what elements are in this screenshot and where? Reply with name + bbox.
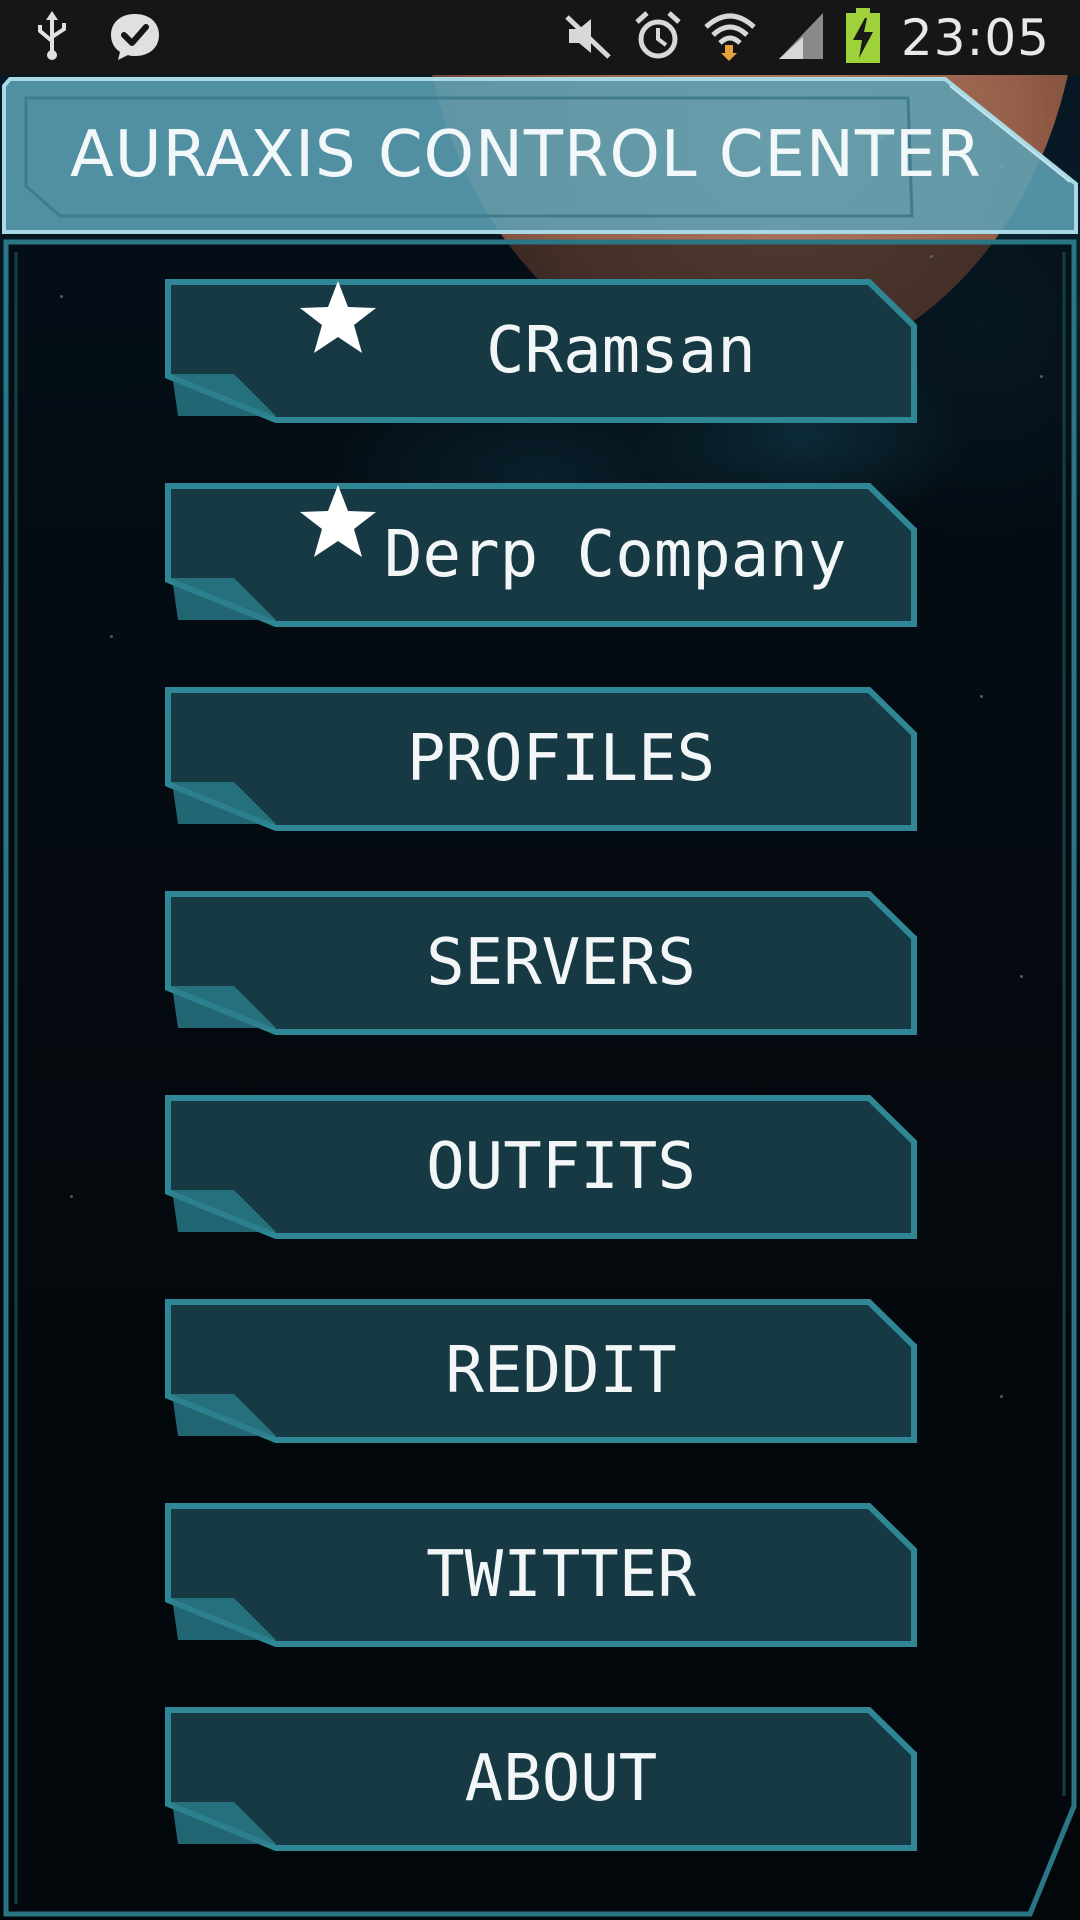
favorite-star-icon <box>300 485 376 557</box>
menu-button-label: PROFILES <box>406 722 716 796</box>
menu-button-twitter[interactable]: TWITTER <box>164 1502 918 1648</box>
messenger-check-icon <box>108 11 162 65</box>
status-time: 23:05 <box>900 9 1050 67</box>
menu-button-about[interactable]: ABOUT <box>164 1706 918 1852</box>
menu-button-derp-company[interactable]: Derp Company <box>164 482 918 628</box>
alarm-icon <box>633 10 683 66</box>
menu-button-label: SERVERS <box>426 926 696 1000</box>
menu-button-cramsan[interactable]: CRamsan <box>164 278 918 424</box>
status-bar: 23:05 <box>0 0 1080 75</box>
menu-button-reddit[interactable]: REDDIT <box>164 1298 918 1444</box>
menu-button-label: OUTFITS <box>426 1130 696 1204</box>
menu-button-profiles[interactable]: PROFILES <box>164 686 918 832</box>
menu-button-label: REDDIT <box>445 1334 677 1408</box>
mute-icon <box>563 11 613 65</box>
menu-button-outfits[interactable]: OUTFITS <box>164 1094 918 1240</box>
favorite-star-icon <box>300 281 376 353</box>
menu-button-servers[interactable]: SERVERS <box>164 890 918 1036</box>
usb-icon <box>34 10 70 65</box>
app-title: AURAXIS CONTROL CENTER <box>70 118 982 192</box>
menu-button-label: CRamsan <box>486 314 756 388</box>
signal-icon <box>777 11 825 65</box>
menu-button-label: Derp Company <box>384 518 847 592</box>
battery-charging-icon <box>845 8 881 68</box>
menu-button-label: ABOUT <box>464 1742 658 1816</box>
menu-button-label: TWITTER <box>426 1538 696 1612</box>
wifi-icon <box>703 9 757 67</box>
